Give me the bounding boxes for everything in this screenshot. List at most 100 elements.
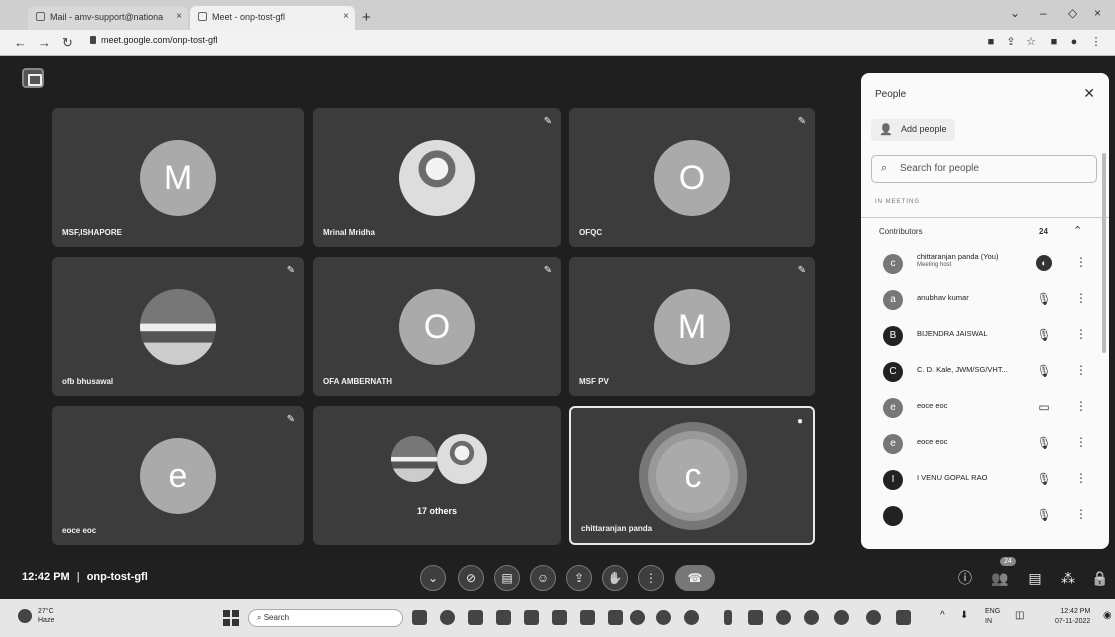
avatar: C [883,362,903,382]
notification-icon[interactable]: ◉ [1103,611,1112,621]
avatar-photo [437,434,487,484]
app-icon[interactable] [724,610,732,625]
new-tab-icon[interactable]: + [362,9,371,26]
more-options-icon[interactable]: ⋮ [1075,507,1087,521]
activities-icon[interactable]: ⁂ [1058,568,1078,588]
network-icon[interactable]: ⬇ [960,611,968,621]
close-tab-icon[interactable]: × [343,11,349,22]
participant-tile[interactable]: ✎ e eoce eoc [52,406,304,545]
panel-scrollbar[interactable] [1102,153,1106,353]
host-controls-icon[interactable]: 🔒 [1090,568,1110,588]
app-icon[interactable] [804,610,819,625]
list-item[interactable]: e eoce eoc 🎙 ⋮ [861,425,1109,461]
participant-tile[interactable]: ✎ M MSF PV [569,257,815,396]
raise-hand-button[interactable]: ✋ [602,565,628,591]
weather-widget[interactable]: 27°C Haze [18,607,54,625]
participant-tile[interactable]: ✎ O OFQC [569,108,815,247]
people-icon[interactable]: 👥 [990,568,1010,588]
close-tab-icon[interactable]: × [176,11,182,22]
more-options-icon[interactable]: ⋮ [1075,363,1087,377]
volume-icon[interactable]: ◫ [1015,611,1024,621]
captions-button[interactable]: ▤ [494,565,520,591]
participant-tile[interactable]: ✎ ofb bhusawal [52,257,304,396]
camera-icon[interactable]: ■ [985,36,997,48]
windows-start-icon[interactable] [223,610,239,626]
app-icon[interactable] [524,610,539,625]
profile-icon[interactable]: ● [1068,36,1080,48]
person-name: I VENU GOPAL RAO [917,473,988,482]
menu-icon[interactable]: ⋮ [1090,36,1102,48]
app-icon[interactable] [580,610,595,625]
list-item[interactable]: a anubhav kumar 🎙 ⋮ [861,281,1109,317]
list-item[interactable]: 🎙 ⋮ [861,497,1109,533]
chrome-icon[interactable] [834,610,849,625]
more-options-icon[interactable]: ⋮ [1075,471,1087,485]
present-button[interactable]: ⇪ [566,565,592,591]
share-icon[interactable]: ⇪ [1005,36,1017,48]
chevron-down-icon[interactable]: ⌄ [1010,6,1020,20]
list-item[interactable]: I I VENU GOPAL RAO 🎙 ⋮ [861,461,1109,497]
mail-app-icon[interactable] [608,610,623,625]
more-options-icon[interactable]: ⋮ [1075,435,1087,449]
file-explorer-icon[interactable] [468,610,483,625]
forward-icon[interactable]: → [38,35,51,50]
app-icon[interactable] [748,610,763,625]
browser-tab-mail[interactable]: Mail - amv-support@nationa × [28,6,188,30]
others-tile[interactable]: 17 others [313,406,561,545]
list-item[interactable]: C C. D. Kale, JWM/SG/VHT... 🎙 ⋮ [861,353,1109,389]
self-tile[interactable]: ● c chittaranjan panda [569,406,815,545]
participant-tile[interactable]: ✎ Mrinal Mridha [313,108,561,247]
list-item[interactable]: c chittaranjan panda (You) Meeting host … [861,245,1109,281]
app-icon[interactable] [896,610,911,625]
list-item[interactable]: e eoce eoc ▭ ⋮ [861,389,1109,425]
info-icon[interactable]: ⓘ [955,568,975,588]
leave-call-button[interactable]: ☎ [675,565,715,591]
app-icon[interactable] [630,610,645,625]
more-options-icon[interactable]: ⋮ [1075,399,1087,413]
reload-icon[interactable]: ↻ [62,35,73,51]
minimize-icon[interactable]: – [1040,6,1047,20]
meeting-info-button[interactable] [22,68,44,88]
app-icon[interactable] [552,610,567,625]
close-window-icon[interactable]: × [1094,6,1101,20]
more-options-icon[interactable]: ● [795,416,805,428]
search-people-input[interactable]: ⌕ Search for people [871,155,1097,183]
mic-button[interactable]: ⌄ [420,565,446,591]
language-indicator[interactable]: ENG IN [985,607,1000,627]
participant-tile[interactable]: ✎ O OFA AMBERNATH [313,257,561,396]
close-icon[interactable]: ✕ [1083,85,1095,102]
chat-icon[interactable]: ▤ [1025,568,1045,588]
add-people-button[interactable]: 👤 Add people [871,119,955,141]
taskbar-search-input[interactable]: ⌕ Search [248,609,403,627]
back-icon[interactable]: ← [14,35,27,50]
participant-tile[interactable]: M MSF,ISHAPORE [52,108,304,247]
app-icon[interactable] [866,610,881,625]
url-field[interactable]: meet.google.com/onp-tost-gfl [90,35,218,45]
search-icon: ⌕ [257,613,264,622]
browser-tab-meet[interactable]: Meet - onp-tost-gfl × [190,6,355,30]
list-item[interactable]: B BIJENDRA JAISWAL 🎙 ⋮ [861,317,1109,353]
star-icon[interactable]: ☆ [1025,36,1037,48]
mic-muted-icon: 🎙 [1036,508,1052,522]
app-icon[interactable] [496,610,511,625]
app-icon[interactable] [656,610,671,625]
more-options-icon[interactable]: ⋮ [1075,327,1087,341]
mic-muted-icon: 🎙 [1036,292,1052,306]
app-icon[interactable] [776,610,791,625]
more-options-icon[interactable]: ⋮ [1075,291,1087,305]
chat-app-icon[interactable] [440,610,455,625]
person-role: Meeting host [917,262,952,268]
task-view-icon[interactable] [412,610,427,625]
chevron-up-icon[interactable]: ⌃ [1073,224,1082,237]
contributors-group[interactable]: Contributors 24 ⌃ [861,217,1109,243]
emoji-button[interactable]: ☺ [530,565,556,591]
camera-toggle-button[interactable]: ⊘ [458,565,484,591]
clock[interactable]: 12:42 PM 07-11-2022 [1055,607,1090,627]
more-options-icon[interactable]: ⋮ [1075,255,1087,269]
avatar: a [883,290,903,310]
more-options-button[interactable]: ⋮ [638,565,664,591]
extension-icon[interactable]: ■ [1048,36,1060,48]
edge-icon[interactable] [684,610,699,625]
maximize-icon[interactable]: ◇ [1068,6,1077,20]
tray-overflow-icon[interactable]: ^ [940,611,945,621]
